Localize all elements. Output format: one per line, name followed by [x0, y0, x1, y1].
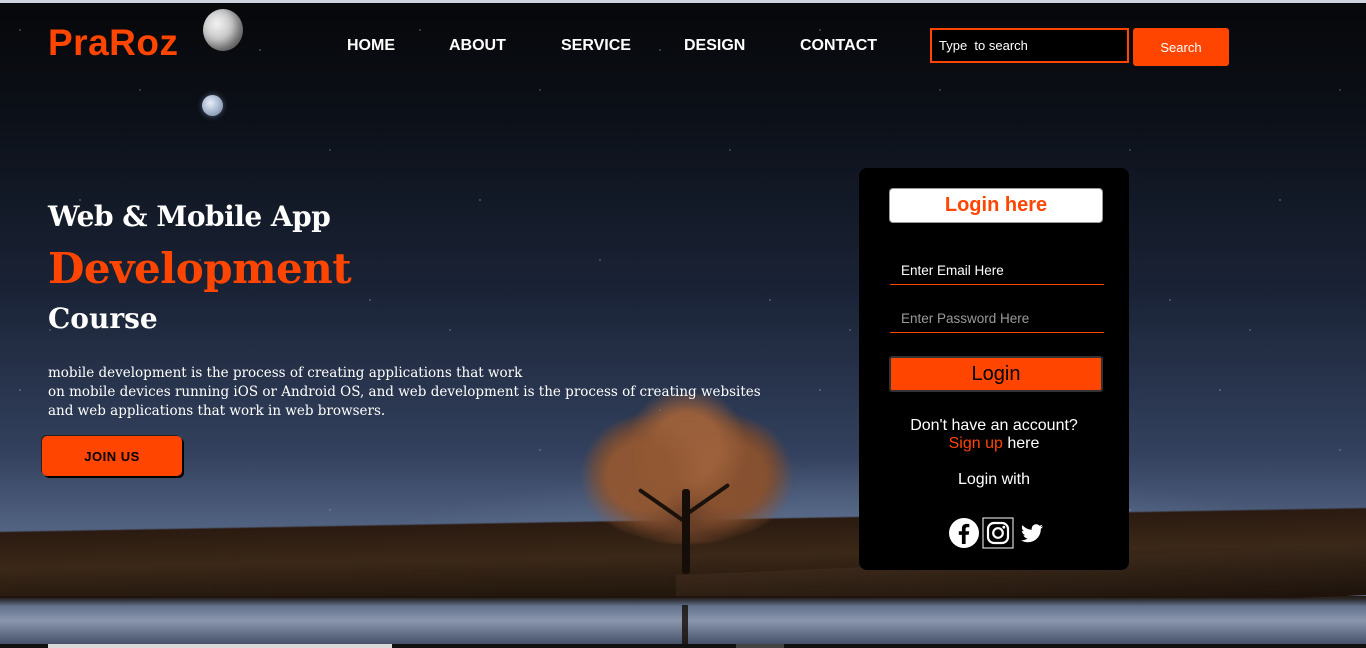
instagram-icon[interactable] [982, 517, 1014, 549]
search-input[interactable] [930, 28, 1129, 63]
login-panel: Login here Login Don't have an account? … [859, 168, 1129, 570]
hero-title-line3: Course [48, 302, 158, 335]
email-field[interactable] [890, 257, 1104, 285]
login-button[interactable]: Login [889, 356, 1103, 392]
planet-image [202, 95, 223, 116]
login-title: Login here [889, 188, 1103, 223]
signup-suffix: here [1002, 435, 1040, 452]
facebook-icon[interactable] [948, 517, 980, 549]
nav-contact[interactable]: CONTACT [800, 37, 877, 55]
join-us-button[interactable]: JOIN US [42, 436, 182, 476]
tree-trunk [682, 489, 690, 574]
tree-image [572, 394, 802, 584]
scrollbar-segment [736, 644, 784, 648]
hero-description-line: on mobile devices running iOS or Android… [48, 384, 761, 400]
nav-about[interactable]: ABOUT [449, 37, 506, 55]
brand-logo[interactable]: PraRoz [48, 22, 178, 64]
scrollbar-thumb[interactable] [48, 644, 392, 648]
password-field[interactable] [890, 305, 1104, 333]
nav-design[interactable]: DESIGN [684, 37, 745, 55]
hero-description-line: and web applications that work in web br… [48, 403, 386, 419]
top-border [0, 0, 1366, 3]
twitter-icon[interactable] [1016, 517, 1048, 549]
no-account-text: Don't have an account? [910, 417, 1078, 434]
nav-home[interactable]: HOME [347, 37, 395, 55]
hero-title-line2: Development [48, 244, 352, 293]
social-login-icons [948, 517, 1048, 549]
login-with-text: Login with [957, 471, 1031, 488]
search-button[interactable]: Search [1133, 28, 1229, 66]
signup-link[interactable]: Sign up [949, 435, 1003, 452]
tree-reflection [682, 605, 688, 645]
hero-background [0, 0, 1366, 648]
signup-line: Sign up here [859, 435, 1129, 453]
hero-description: mobile development is the process of cre… [48, 364, 778, 421]
hero-title-line1: Web & Mobile App [48, 200, 331, 233]
nav-service[interactable]: SERVICE [561, 37, 631, 55]
moon-image [203, 9, 243, 51]
hero-description-line: mobile development is the process of cre… [48, 365, 523, 381]
